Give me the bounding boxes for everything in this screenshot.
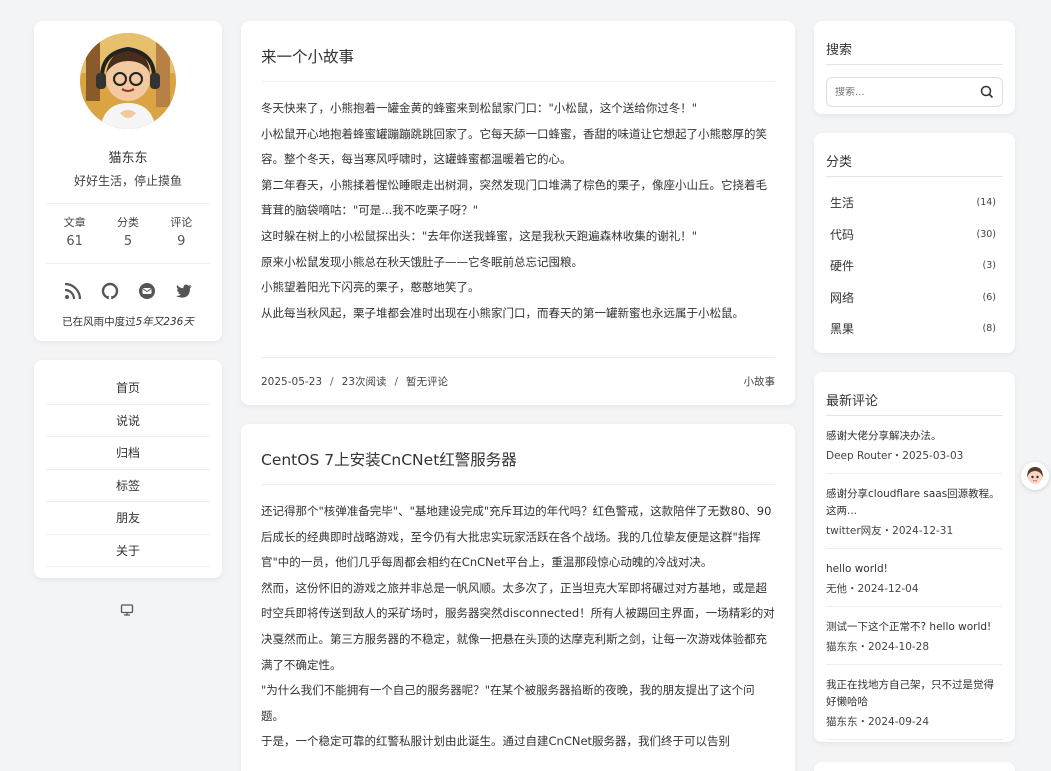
- monitor-icon[interactable]: [120, 603, 134, 617]
- nav-item-home[interactable]: 首页: [46, 372, 210, 405]
- categories-widget: 分类 生活 (14) 代码 (30) 硬件 (3) 网络 (6) 黑果 (8): [814, 133, 1015, 353]
- article-views: 23次阅读: [341, 376, 387, 388]
- category-count: (30): [976, 228, 996, 240]
- category-item-network[interactable]: 网络 (6): [826, 282, 1003, 314]
- category-name: 生活: [830, 196, 855, 211]
- paragraph: 还记得那个"核弹准备完毕"、"基地建设完成"充斥耳边的年代吗？红色警戒，这款陪伴…: [261, 504, 772, 570]
- paragraph: 这时躲在树上的小松鼠探出头："去年你送我蜂蜜，这是我秋天跑遍森林收集的谢礼！": [261, 228, 698, 243]
- category-count: (3): [982, 260, 996, 272]
- widget-card-partial: [814, 762, 1015, 771]
- widget-title: 分类: [826, 133, 1003, 177]
- stat-label: 文章: [63, 216, 86, 229]
- category-name: 代码: [830, 227, 855, 242]
- nav-menu: 首页 说说 归档 标签 朋友 关于: [34, 360, 222, 578]
- stat-label: 评论: [170, 216, 193, 229]
- article-info: 2025-05-23 / 23次阅读 / 暂无评论: [261, 374, 448, 389]
- search-box: [826, 77, 1003, 107]
- category-list: 生活 (14) 代码 (30) 硬件 (3) 网络 (6) 黑果 (8): [826, 187, 1003, 345]
- widget-title: 最新评论: [826, 372, 1003, 416]
- github-icon[interactable]: [101, 282, 119, 300]
- paragraph: 小松鼠开心地抱着蜂蜜罐蹦蹦跳跳回家了。它每天舔一口蜂蜜，香甜的味道让它想起了小熊…: [261, 126, 767, 167]
- comment-item[interactable]: hello world! 无他・2024-12-04: [826, 549, 1003, 607]
- comment-item[interactable]: 测试一下这个正常不? hello world! 猫东东・2024-10-28: [826, 607, 1003, 665]
- comment-text: hello world!: [826, 563, 888, 575]
- article-category-link[interactable]: 小故事: [744, 374, 776, 389]
- rss-icon[interactable]: [64, 282, 82, 300]
- category-count: (6): [982, 291, 996, 303]
- stat-label: 分类: [116, 216, 139, 229]
- profile-stats: 文章 61 分类 5 评论 9: [34, 204, 222, 249]
- paragraph: 冬天快来了，小熊抱着一罐金黄的蜂蜜来到松鼠家门口："小松鼠，这个送给你过冬！": [261, 101, 698, 115]
- paragraph: 从此每当秋风起，栗子堆都会准时出现在小熊家门口，而春天的第一罐新蜜也永远属于小松…: [261, 305, 744, 320]
- nav-item-friends[interactable]: 朋友: [46, 502, 210, 535]
- paragraph: 于是，一个稳定可靠的红警私服计划由此诞生。通过自建CnCNet服务器，我们终于可…: [261, 734, 731, 749]
- category-item-hackintosh[interactable]: 黑果 (8): [826, 313, 1003, 345]
- profile-motto: 好好生活，停止摸鱼: [73, 174, 182, 188]
- comment-item[interactable]: 感谢分享cloudflare saas回源教程。 这两... twitter网友…: [826, 474, 1003, 549]
- category-item-code[interactable]: 代码 (30): [826, 219, 1003, 251]
- runtime-value: 5年又236天: [135, 316, 194, 328]
- comment-meta: twitter网友・2024-12-31: [826, 525, 954, 537]
- email-icon[interactable]: [138, 282, 156, 300]
- search-input[interactable]: [835, 86, 980, 98]
- paragraph: 然而，这份怀旧的游戏之旅并非总是一帆风顺。太多次了，正当坦克大军即将碾过对方基地…: [261, 580, 775, 672]
- floating-avatar[interactable]: [1021, 462, 1049, 490]
- site-runtime: 已在风雨中度过5年又236天: [34, 314, 222, 329]
- article-meta: 2025-05-23 / 23次阅读 / 暂无评论 小故事: [261, 357, 775, 405]
- recent-comments-widget: 最新评论 感谢大佬分享解决办法。 Deep Router・2025-03-03 …: [814, 372, 1015, 742]
- comment-text: 感谢大佬分享解决办法。: [826, 430, 942, 442]
- article-card: CentOS 7上安装CnCNet红警服务器 还记得那个"核弹准备完毕"、"基地…: [241, 424, 795, 771]
- article-card: 来一个小故事 冬天快来了，小熊抱着一罐金黄的蜂蜜来到松鼠家门口："小松鼠，这个送…: [241, 21, 795, 405]
- social-links: [34, 264, 222, 300]
- comment-item[interactable]: 我正在找地方自己架，只不过是觉得好懒哈哈 猫东东・2024-09-24: [826, 665, 1003, 740]
- search-icon[interactable]: [980, 85, 994, 99]
- category-count: (14): [976, 197, 996, 209]
- comment-item[interactable]: 感谢大佬分享解决办法。 Deep Router・2025-03-03: [826, 416, 1003, 474]
- profile-avatar[interactable]: [80, 33, 176, 129]
- category-name: 硬件: [830, 259, 855, 274]
- search-widget: 搜索: [814, 21, 1015, 114]
- separator: /: [330, 376, 334, 388]
- category-name: 黑果: [830, 322, 855, 337]
- stat-categories[interactable]: 分类 5: [117, 214, 139, 249]
- article-title[interactable]: CentOS 7上安装CnCNet红警服务器: [261, 424, 775, 485]
- article-date: 2025-05-23: [261, 376, 323, 388]
- nav-item-talks[interactable]: 说说: [46, 405, 210, 437]
- comment-meta: 猫东东・2024-10-28: [826, 641, 930, 653]
- comment-text: 我正在找地方自己架，只不过是觉得好懒哈哈: [826, 679, 994, 708]
- stat-articles[interactable]: 文章 61: [64, 214, 86, 249]
- comment-text: 感谢分享cloudflare saas回源教程。 这两...: [826, 488, 1000, 517]
- stat-value: 9: [177, 234, 186, 249]
- comment-text: 测试一下这个正常不? hello world!: [826, 621, 992, 633]
- comment-meta: 猫东东・2024-09-24: [826, 716, 930, 728]
- widget-title: 搜索: [826, 21, 1003, 65]
- paragraph: 第二年春天，小熊揉着惺忪睡眼走出树洞，突然发现门口堆满了棕色的栗子，像座小山丘。…: [261, 177, 767, 218]
- runtime-prefix: 已在风雨中度过: [62, 316, 136, 328]
- nav-item-archive[interactable]: 归档: [46, 437, 210, 470]
- comment-meta: Deep Router・2025-03-03: [826, 450, 964, 462]
- paragraph: "为什么我们不能拥有一个自己的服务器呢？"在某个被服务器掐断的夜晚，我的朋友提出…: [261, 683, 755, 723]
- nav-item-about[interactable]: 关于: [46, 535, 210, 567]
- stat-value: 61: [66, 234, 83, 249]
- category-name: 网络: [830, 290, 855, 305]
- article-comments-link[interactable]: 暂无评论: [406, 376, 448, 388]
- category-item-hardware[interactable]: 硬件 (3): [826, 250, 1003, 282]
- profile-card: 猫东东 好好生活，停止摸鱼 文章 61 分类 5 评论 9 已在风雨中度过5年又…: [34, 21, 222, 341]
- separator: /: [394, 376, 398, 388]
- article-excerpt: 冬天快来了，小熊抱着一罐金黄的蜂蜜来到松鼠家门口："小松鼠，这个送给你过冬！" …: [261, 82, 775, 326]
- stat-comments[interactable]: 评论 9: [170, 214, 192, 249]
- nav-item-tags[interactable]: 标签: [46, 470, 210, 502]
- article-title[interactable]: 来一个小故事: [261, 21, 775, 82]
- comment-meta: 无他・2024-12-04: [826, 583, 919, 595]
- profile-name: 猫东东: [108, 151, 148, 166]
- article-excerpt: 还记得那个"核弹准备完毕"、"基地建设完成"充斥耳边的年代吗？红色警戒，这款陪伴…: [261, 485, 775, 755]
- category-count: (8): [982, 323, 996, 335]
- paragraph: 小熊望着阳光下闪亮的栗子，憨憨地笑了。: [261, 280, 480, 295]
- paragraph: 原来小松鼠发现小熊总在秋天饿肚子——它冬眠前总忘记囤粮。: [261, 254, 583, 269]
- category-item-life[interactable]: 生活 (14): [826, 187, 1003, 219]
- stat-value: 5: [123, 234, 133, 249]
- twitter-icon[interactable]: [175, 282, 193, 300]
